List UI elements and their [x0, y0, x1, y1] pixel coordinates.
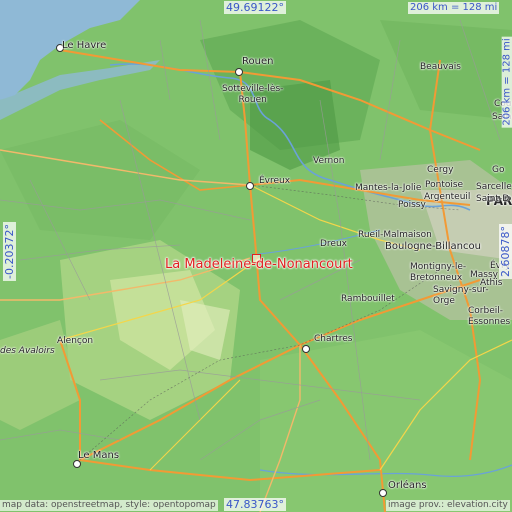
city-label-sarcelles: Sarcelles [476, 182, 512, 192]
coord-bottom-label: 47.83763° [224, 498, 286, 511]
city-label-evreux: Évreux [259, 176, 291, 186]
city-label-chartres: Chartres [314, 334, 353, 344]
scale-vertical-label: 206 km = 128 mi [501, 36, 512, 128]
city-label-poissy: Poissy [398, 200, 426, 210]
city-label-athis: Athis [480, 278, 503, 288]
coord-left-label: -0.20372° [2, 222, 16, 281]
chartres-dot [302, 345, 310, 353]
rouen-dot [235, 68, 243, 76]
city-label-sotteville: Sotteville-lès- Rouen [222, 84, 284, 105]
city-label-dreux: Dreux [320, 239, 347, 249]
map-view[interactable]: Le Havre Rouen Sotteville-lès- Rouen Bea… [0, 0, 512, 512]
orleans-dot [379, 489, 387, 497]
city-label-saint-d: Saint-D [476, 194, 510, 204]
city-label-argenteuil: Argenteuil [424, 192, 471, 202]
coord-top-label: 49.69122° [224, 1, 286, 14]
city-label-go: Go [492, 165, 505, 175]
map-credit-label: map data: openstreetmap, style: opentopo… [0, 500, 218, 511]
city-label-mantes: Mantes-la-Jolie [355, 183, 422, 193]
city-label-cergy: Cergy [427, 165, 454, 175]
city-label-corbeil: Corbeil- Essonnes [468, 306, 511, 327]
city-label-vernon: Vernon [313, 156, 345, 166]
city-label-montigny: Montigny-le- Bretonneux [410, 262, 467, 283]
city-label-alencon: Alençon [57, 336, 94, 346]
place-name-label: La Madeleine-de-Nonancourt [165, 257, 353, 272]
city-label-rueil: Rueil-Malmaison [358, 230, 432, 240]
city-label-des-avaloirs: des Avaloirs [0, 346, 55, 356]
city-label-le-mans: Le Mans [78, 450, 120, 461]
city-label-savigny: Savigny-sur- Orge [433, 285, 489, 306]
city-label-pontoise: Pontoise [425, 180, 464, 190]
city-label-orleans: Orléans [388, 480, 427, 491]
image-credit-label: image prov.: elevation.city [386, 500, 510, 511]
city-label-le-havre: Le Havre [62, 40, 107, 51]
city-label-rambouillet: Rambouillet [341, 294, 395, 304]
city-label-rouen: Rouen [242, 56, 274, 67]
le-mans-dot [73, 460, 81, 468]
coord-right-label: 2.60878° [499, 224, 512, 279]
city-label-boulogne: Boulogne-Billancou [385, 241, 481, 252]
evreux-dot [246, 182, 254, 190]
scale-horizontal-label: 206 km = 128 mi [408, 2, 500, 14]
city-label-beauvais: Beauvais [420, 62, 461, 72]
